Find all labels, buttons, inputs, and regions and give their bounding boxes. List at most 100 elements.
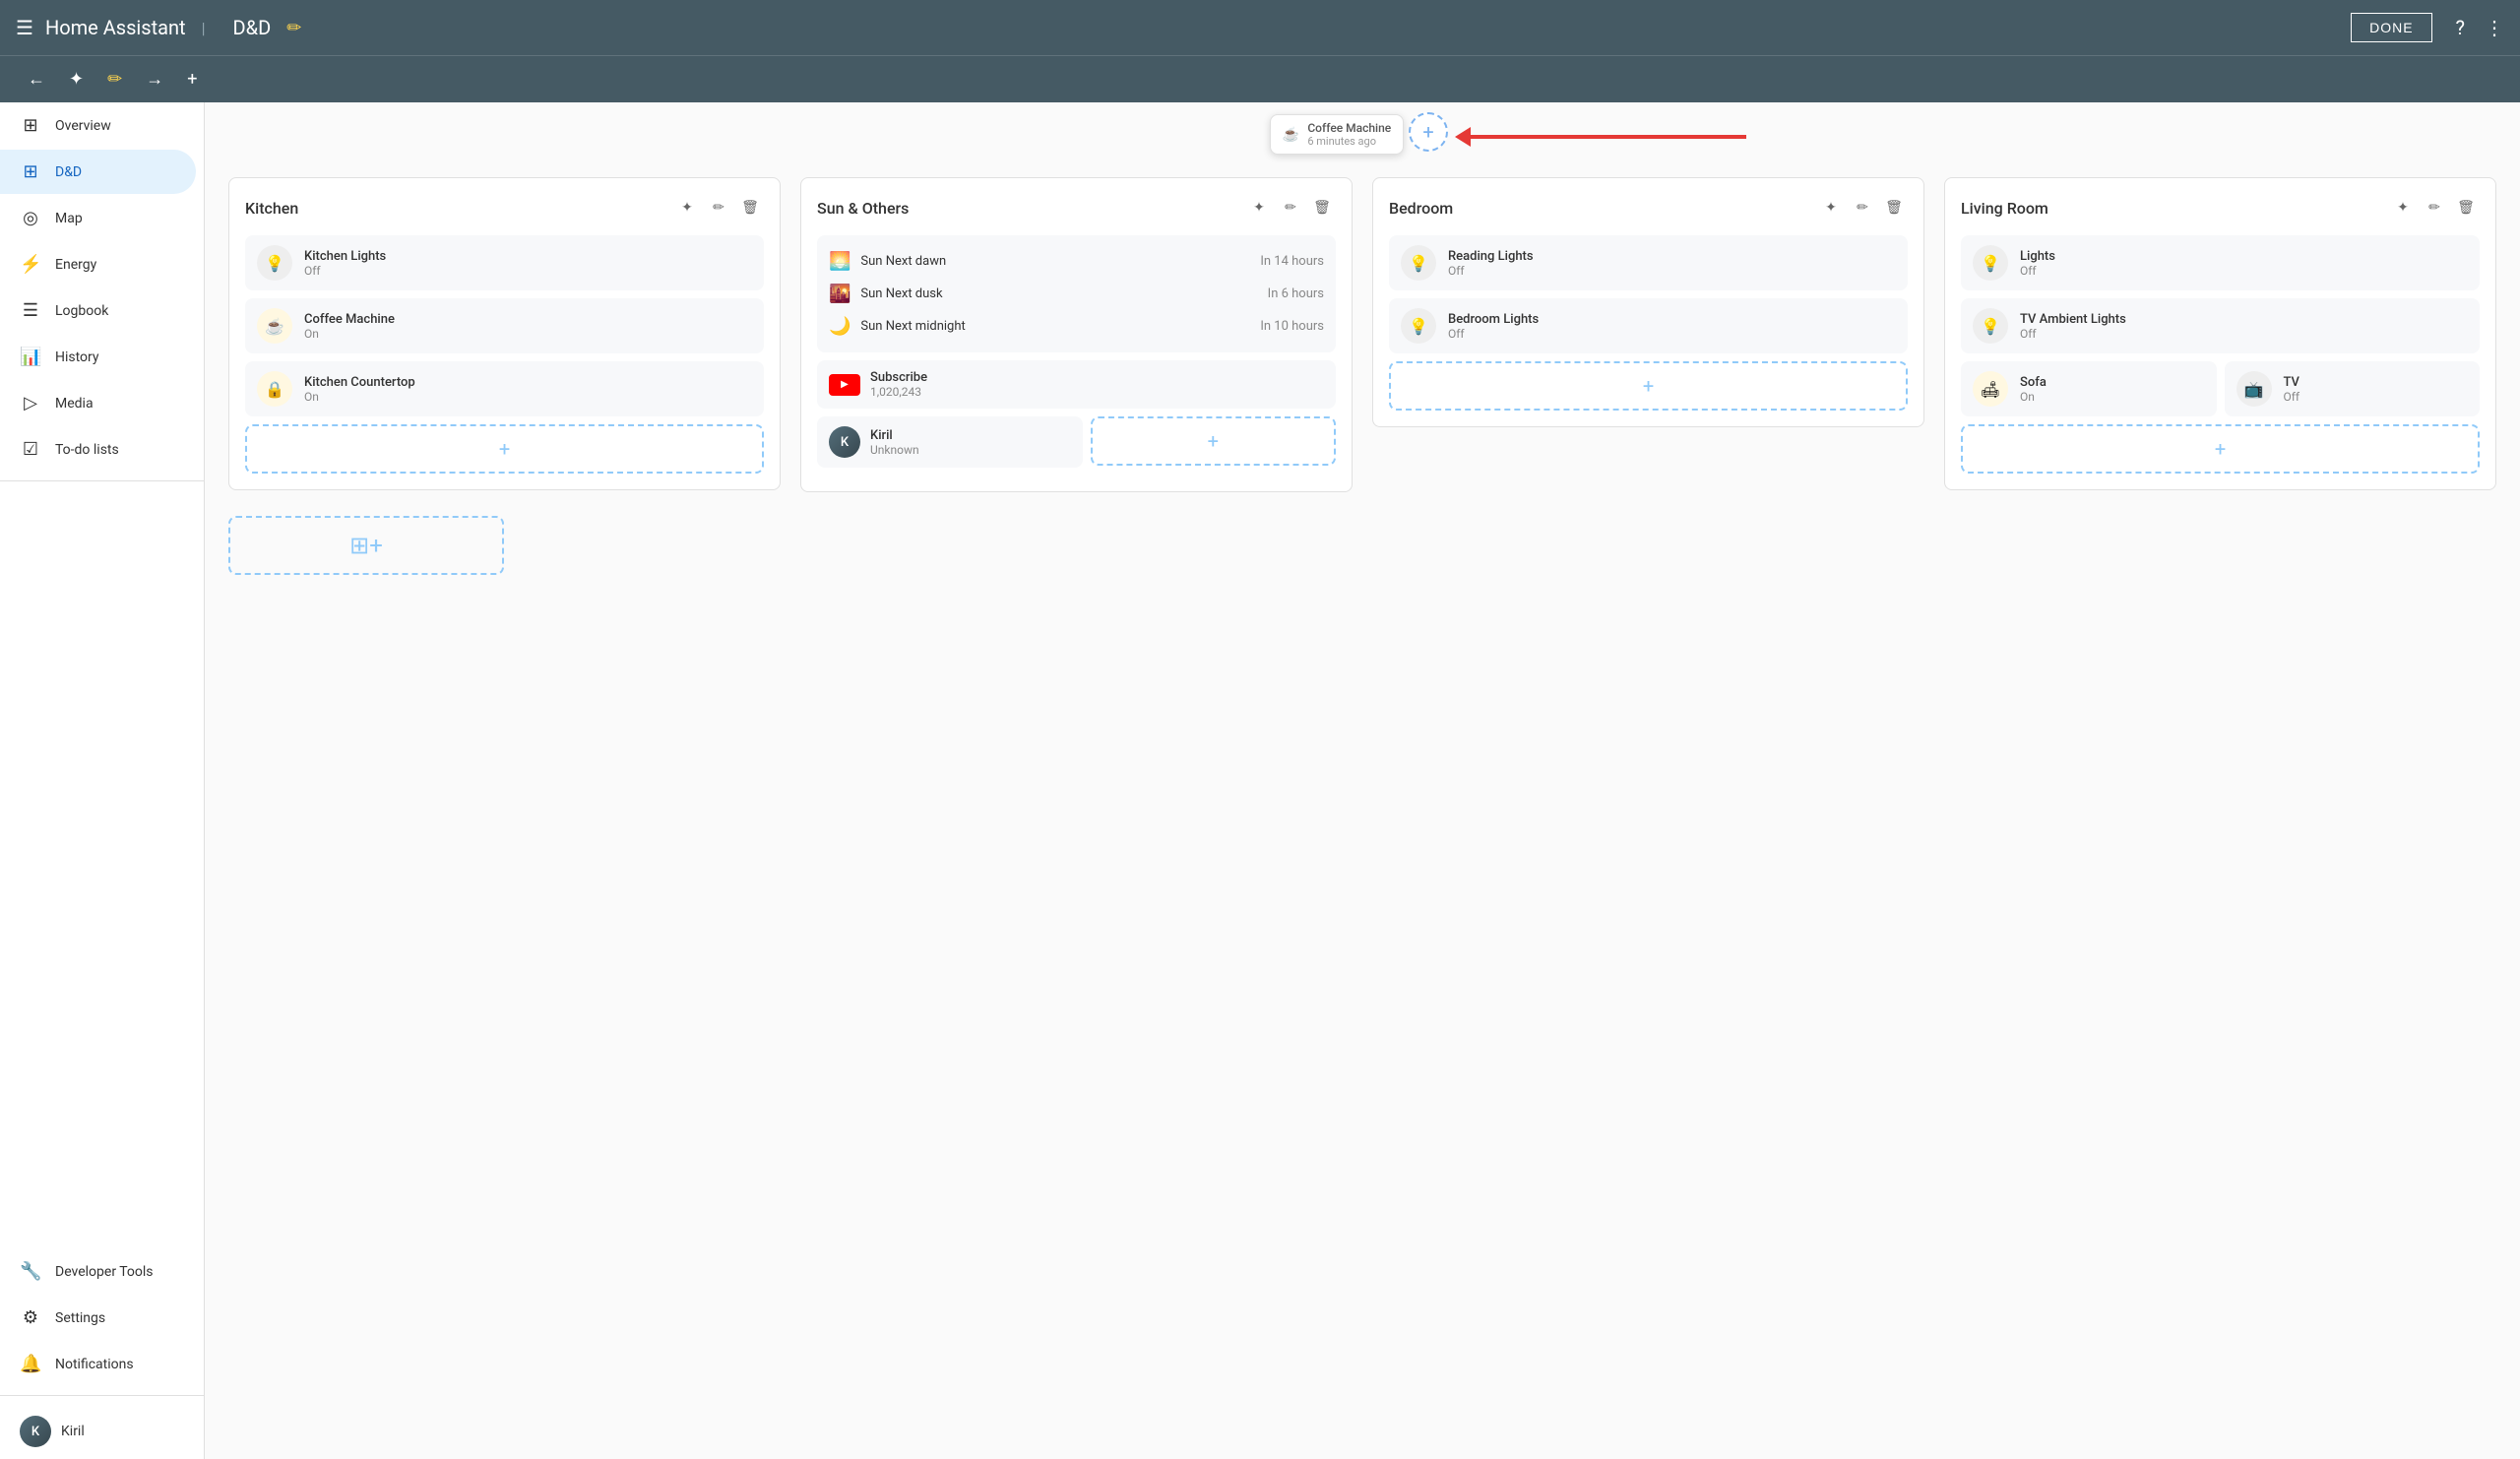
user-initials: K bbox=[32, 1425, 39, 1439]
kitchen-lights-icon: 💡 bbox=[257, 245, 292, 281]
bedroom-lights-card[interactable]: 💡 Bedroom Lights Off bbox=[1389, 298, 1908, 353]
sidebar-item-history[interactable]: 📊 History bbox=[0, 335, 196, 379]
sidebar-item-notifications[interactable]: 🔔 Notifications bbox=[0, 1342, 196, 1386]
sidebar-item-devtools[interactable]: 🔧 Developer Tools bbox=[0, 1249, 196, 1294]
sun-others-delete-btn[interactable]: 🗑 bbox=[1308, 194, 1336, 222]
sidebar-label-media: Media bbox=[55, 396, 94, 412]
living-room-column: Living Room ✦ ✏ 🗑 💡 Lights Off 💡 bbox=[1944, 177, 2496, 490]
sidebar-item-map[interactable]: ◎ Map bbox=[0, 196, 196, 240]
kitchen-lights-card[interactable]: 💡 Kitchen Lights Off bbox=[245, 235, 764, 290]
subscribe-card[interactable]: Subscribe 1,020,243 bbox=[817, 360, 1336, 409]
coffee-machine-info: Coffee Machine On bbox=[304, 312, 395, 341]
sun-others-title: Sun & Others bbox=[817, 199, 909, 218]
kitchen-edit-btn[interactable]: ✏ bbox=[705, 194, 732, 222]
bottom-add-section: ⊞+ bbox=[228, 516, 2496, 575]
add-card-plus-icon: + bbox=[1422, 120, 1433, 144]
kitchen-add-button[interactable]: + bbox=[245, 424, 764, 474]
tv-ambient-card[interactable]: 💡 TV Ambient Lights Off bbox=[1961, 298, 2480, 353]
tv-state: Off bbox=[2284, 390, 2300, 404]
kiril-card[interactable]: K Kiril Unknown bbox=[817, 416, 1083, 468]
todo-icon: ☑ bbox=[20, 439, 41, 460]
help-icon[interactable]: ? bbox=[2456, 16, 2465, 39]
bedroom-actions: ✦ ✏ 🗑 bbox=[1817, 194, 1908, 222]
add-section-icon: ⊞+ bbox=[349, 532, 383, 559]
toolbar-row: ← ✦ ✏ → + bbox=[0, 55, 2520, 102]
bedroom-add-button[interactable]: + bbox=[1389, 361, 1908, 411]
more-icon[interactable]: ⋮ bbox=[2485, 16, 2504, 39]
app-title: Home Assistant bbox=[45, 16, 186, 39]
kiril-info: Kiril Unknown bbox=[870, 428, 919, 457]
coffee-machine-card[interactable]: ☕ Coffee Machine On bbox=[245, 298, 764, 353]
living-room-header: Living Room ✦ ✏ 🗑 bbox=[1961, 194, 2480, 222]
bedroom-add-icon: + bbox=[1643, 374, 1654, 398]
kitchen-delete-btn[interactable]: 🗑 bbox=[736, 194, 764, 222]
living-room-delete-btn[interactable]: 🗑 bbox=[2452, 194, 2480, 222]
kitchen-countertop-card[interactable]: 🔒 Kitchen Countertop On bbox=[245, 361, 764, 416]
lights-card[interactable]: 💡 Lights Off bbox=[1961, 235, 2480, 290]
sun-others-column: Sun & Others ✦ ✏ 🗑 🌅 Sun Next dawn In 14… bbox=[800, 177, 1353, 492]
sun-others-move-btn[interactable]: ✦ bbox=[1245, 194, 1273, 222]
bedroom-move-btn[interactable]: ✦ bbox=[1817, 194, 1845, 222]
add-icon[interactable]: + bbox=[183, 65, 201, 94]
edit-icon[interactable]: ✏ bbox=[103, 65, 126, 94]
sofa-tv-row: 🛋 Sofa On 📺 TV Off bbox=[1961, 361, 2480, 416]
bedroom-title: Bedroom bbox=[1389, 199, 1453, 218]
notif-time: 6 minutes ago bbox=[1307, 135, 1391, 148]
living-room-edit-btn[interactable]: ✏ bbox=[2421, 194, 2448, 222]
sidebar-label-devtools: Developer Tools bbox=[55, 1264, 154, 1280]
sidebar-label-notifications: Notifications bbox=[55, 1357, 134, 1372]
living-room-add-button[interactable]: + bbox=[1961, 424, 2480, 474]
sidebar-label-todo: To-do lists bbox=[55, 442, 119, 458]
tv-ambient-icon: 💡 bbox=[1973, 308, 2008, 344]
edit-pencil-icon[interactable]: ✏ bbox=[286, 18, 301, 38]
sidebar-item-todo[interactable]: ☑ To-do lists bbox=[0, 427, 196, 472]
done-button[interactable]: DONE bbox=[2351, 13, 2431, 42]
add-card-button[interactable]: + bbox=[1409, 112, 1448, 152]
add-section-button[interactable]: ⊞+ bbox=[228, 516, 504, 575]
kitchen-countertop-state: On bbox=[304, 390, 415, 404]
back-icon[interactable]: ← bbox=[24, 65, 49, 94]
move-icon[interactable]: ✦ bbox=[65, 65, 88, 94]
kiril-state: Unknown bbox=[870, 443, 919, 457]
sidebar-label-overview: Overview bbox=[55, 118, 111, 134]
sidebar-profile[interactable]: K Kiril bbox=[0, 1404, 204, 1459]
living-room-add-icon: + bbox=[2215, 437, 2226, 461]
kitchen-countertop-icon: 🔒 bbox=[257, 371, 292, 407]
notif-icon: ☕ bbox=[1283, 127, 1299, 143]
sidebar-label-dnd: D&D bbox=[55, 164, 82, 180]
forward-icon[interactable]: → bbox=[142, 65, 167, 94]
kitchen-title: Kitchen bbox=[245, 199, 298, 218]
tv-info: TV Off bbox=[2284, 375, 2300, 404]
settings-icon: ⚙ bbox=[20, 1307, 41, 1328]
lights-icon: 💡 bbox=[1973, 245, 2008, 281]
energy-icon: ⚡ bbox=[20, 254, 41, 275]
living-room-actions: ✦ ✏ 🗑 bbox=[2389, 194, 2480, 222]
sidebar-label-logbook: Logbook bbox=[55, 303, 108, 319]
menu-icon[interactable]: ☰ bbox=[16, 16, 33, 39]
sidebar-item-energy[interactable]: ⚡ Energy bbox=[0, 242, 196, 286]
sidebar-item-logbook[interactable]: ☰ Logbook bbox=[0, 288, 196, 333]
bedroom-header: Bedroom ✦ ✏ 🗑 bbox=[1389, 194, 1908, 222]
sun-others-header: Sun & Others ✦ ✏ 🗑 bbox=[817, 194, 1336, 222]
sidebar-item-dnd[interactable]: ⊞ D&D bbox=[0, 150, 196, 194]
bedroom-edit-btn[interactable]: ✏ bbox=[1849, 194, 1876, 222]
media-icon: ▷ bbox=[20, 393, 41, 413]
kiril-avatar: K bbox=[829, 426, 860, 458]
logbook-icon: ☰ bbox=[20, 300, 41, 321]
reading-lights-card[interactable]: 💡 Reading Lights Off bbox=[1389, 235, 1908, 290]
tv-card[interactable]: 📺 TV Off bbox=[2225, 361, 2481, 416]
bedroom-delete-btn[interactable]: 🗑 bbox=[1880, 194, 1908, 222]
kitchen-move-btn[interactable]: ✦ bbox=[673, 194, 701, 222]
sidebar-item-media[interactable]: ▷ Media bbox=[0, 381, 196, 425]
sidebar-item-overview[interactable]: ⊞ Overview bbox=[0, 103, 196, 148]
sun-dusk-name: Sun Next dusk bbox=[860, 286, 1257, 301]
sun-others-edit-btn[interactable]: ✏ bbox=[1277, 194, 1304, 222]
kitchen-countertop-name: Kitchen Countertop bbox=[304, 375, 415, 390]
sidebar-divider bbox=[0, 480, 204, 481]
map-icon: ◎ bbox=[20, 208, 41, 228]
sun-others-add-button[interactable]: + bbox=[1091, 416, 1337, 466]
living-room-move-btn[interactable]: ✦ bbox=[2389, 194, 2417, 222]
sidebar-item-settings[interactable]: ⚙ Settings bbox=[0, 1296, 196, 1340]
sofa-card[interactable]: 🛋 Sofa On bbox=[1961, 361, 2217, 416]
reading-lights-icon: 💡 bbox=[1401, 245, 1436, 281]
